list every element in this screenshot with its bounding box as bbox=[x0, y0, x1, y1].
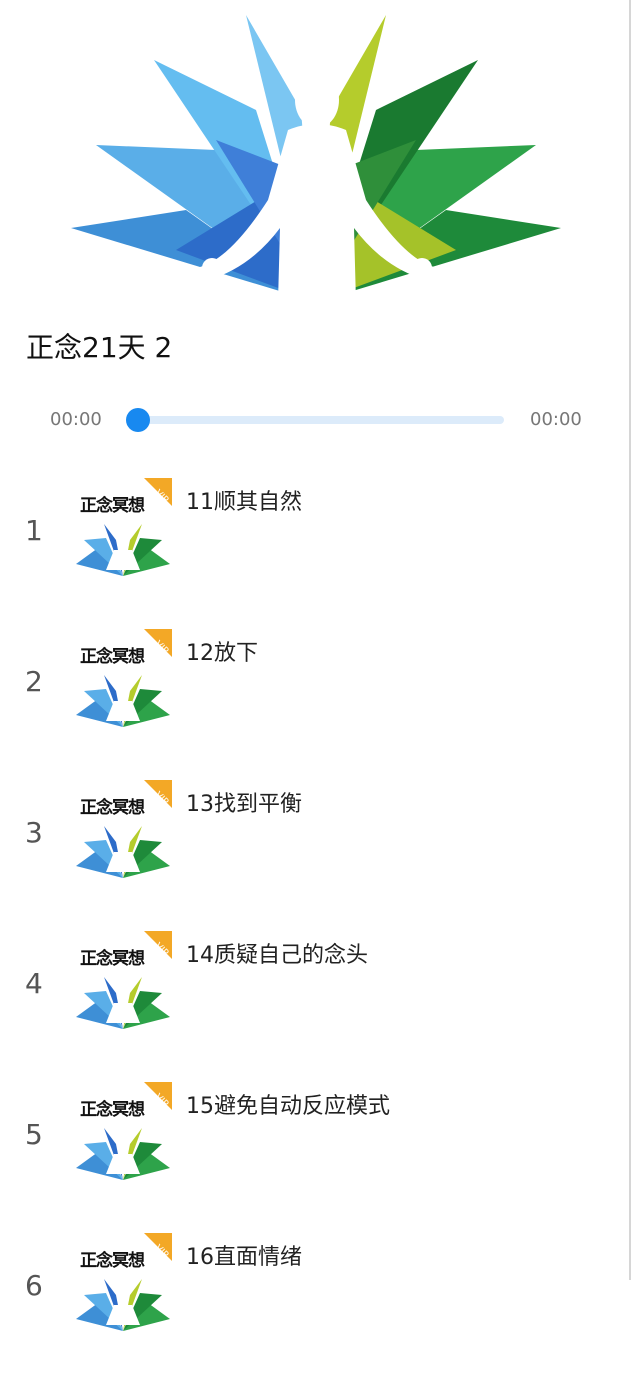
list-item[interactable]: 1 VIP 正念冥想 11顺其自然 bbox=[0, 472, 631, 623]
item-title: 14质疑自己的念头 bbox=[186, 943, 368, 968]
progress-knob[interactable] bbox=[126, 408, 150, 432]
item-index: 4 bbox=[25, 967, 43, 1000]
item-thumbnail: VIP 正念冥想 bbox=[74, 1082, 172, 1182]
thumbnail-label: 正念冥想 bbox=[80, 647, 145, 667]
item-title: 11顺其自然 bbox=[186, 490, 302, 515]
item-thumbnail: VIP 正念冥想 bbox=[74, 1233, 172, 1333]
item-title: 12放下 bbox=[186, 641, 258, 666]
list-item[interactable]: 3 VIP 正念冥想 13找到平衡 bbox=[0, 774, 631, 925]
list-item[interactable]: 2 VIP 正念冥想 12放下 bbox=[0, 623, 631, 774]
item-title: 13找到平衡 bbox=[186, 792, 302, 817]
item-title: 15避免自动反应模式 bbox=[186, 1094, 390, 1119]
list-item[interactable]: 4 VIP 正念冥想 14质疑自己的念头 bbox=[0, 925, 631, 1076]
thumbnail-label: 正念冥想 bbox=[80, 1100, 145, 1120]
item-thumbnail: VIP 正念冥想 bbox=[74, 629, 172, 729]
item-index: 1 bbox=[25, 514, 43, 547]
playlist: 1 VIP 正念冥想 11顺其自然 2 VIP 正念冥想 12放下 3 VIP … bbox=[0, 472, 631, 1378]
item-title: 16直面情绪 bbox=[186, 1245, 302, 1270]
thumbnail-label: 正念冥想 bbox=[80, 1251, 145, 1271]
thumbnail-label: 正念冥想 bbox=[80, 949, 145, 969]
total-time: 00:00 bbox=[530, 409, 582, 430]
item-thumbnail: VIP 正念冥想 bbox=[74, 780, 172, 880]
lotus-meditation-artwork bbox=[71, 15, 561, 302]
audio-player[interactable]: 00:00 00:00 bbox=[0, 400, 631, 440]
item-thumbnail: VIP 正念冥想 bbox=[74, 478, 172, 578]
cover-image bbox=[66, 0, 566, 302]
item-index: 6 bbox=[25, 1269, 43, 1302]
item-index: 5 bbox=[25, 1118, 43, 1151]
current-time: 00:00 bbox=[50, 409, 102, 430]
progress-track[interactable] bbox=[137, 416, 504, 424]
thumbnail-label: 正念冥想 bbox=[80, 496, 145, 516]
thumbnail-label: 正念冥想 bbox=[80, 798, 145, 818]
episode-title: 正念21天 2 bbox=[26, 331, 173, 364]
item-thumbnail: VIP 正念冥想 bbox=[74, 931, 172, 1031]
item-index: 2 bbox=[25, 665, 43, 698]
item-index: 3 bbox=[25, 816, 43, 849]
list-item[interactable]: 6 VIP 正念冥想 16直面情绪 bbox=[0, 1227, 631, 1378]
list-item[interactable]: 5 VIP 正念冥想 15避免自动反应模式 bbox=[0, 1076, 631, 1227]
